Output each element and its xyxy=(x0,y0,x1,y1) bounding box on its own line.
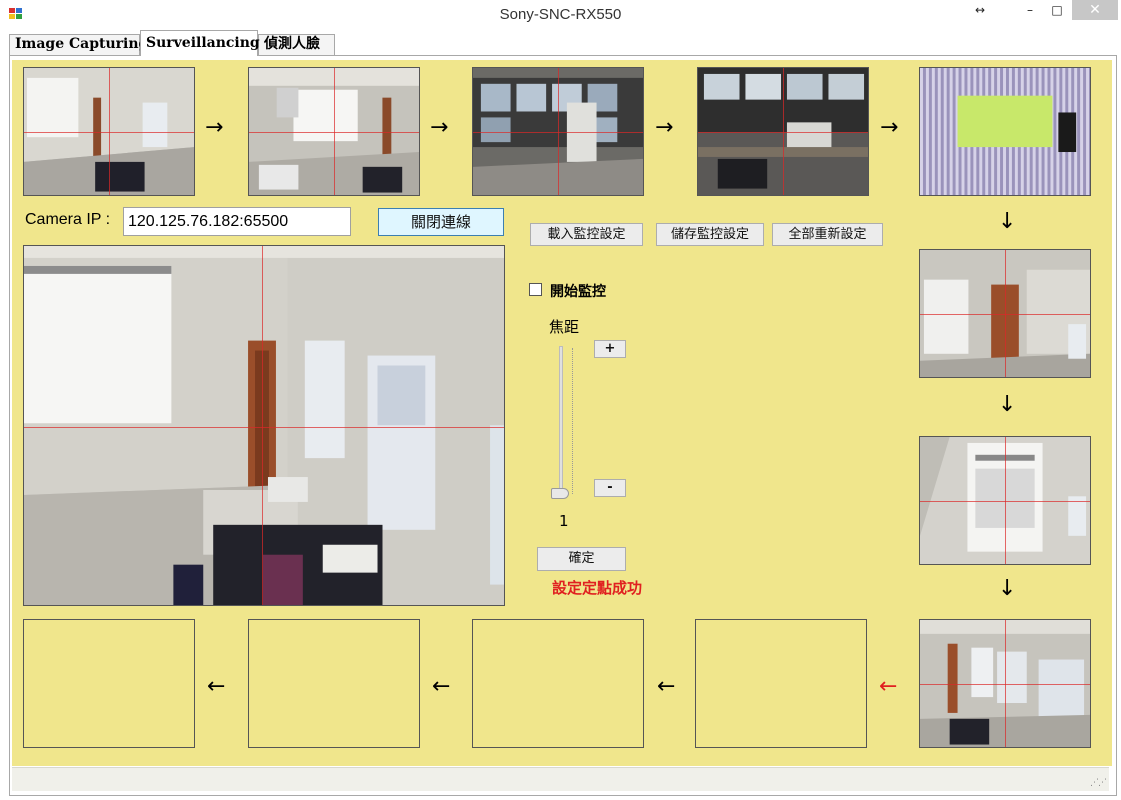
arrow-left-icon: ← xyxy=(879,674,898,699)
start-monitoring-label[interactable]: 開始監控 xyxy=(550,281,606,301)
zoom-label: 焦距 xyxy=(549,318,580,336)
crosshair-v xyxy=(262,246,263,605)
zoom-value: 1 xyxy=(559,512,569,530)
minimize-button[interactable]: – xyxy=(1016,0,1044,20)
status-message: 設定定點成功 xyxy=(552,579,643,597)
preset-thumb-1[interactable] xyxy=(23,67,195,196)
preset-thumb-2[interactable] xyxy=(248,67,420,196)
preset-thumb-4[interactable] xyxy=(697,67,869,196)
load-settings-button[interactable]: 載入監控設定 xyxy=(530,223,643,246)
zoom-in-button[interactable]: + xyxy=(594,340,626,358)
arrow-down-icon: ↓ xyxy=(998,209,1017,234)
crosshair-v xyxy=(1005,437,1006,564)
arrow-left-icon: ← xyxy=(657,674,676,699)
preset-thumb-3[interactable] xyxy=(472,67,644,196)
close-connection-button[interactable]: 關閉連線 xyxy=(378,208,504,236)
window-title: Sony-SNC-RX550 xyxy=(499,6,622,23)
camera-ip-label: Camera IP : xyxy=(25,211,111,228)
zoom-out-button[interactable]: - xyxy=(594,479,626,497)
title-bar: Sony-SNC-RX550 ↔ – □ ✕ xyxy=(0,0,1121,30)
crosshair-v xyxy=(558,68,559,195)
preset-thumb-7[interactable] xyxy=(919,436,1091,565)
arrow-down-icon: ↓ xyxy=(998,576,1017,601)
status-bar: ⋰⋰ xyxy=(12,767,1109,791)
crosshair-v xyxy=(1005,250,1006,377)
resize-icon[interactable]: ↔ xyxy=(966,0,994,20)
arrow-left-icon: ← xyxy=(432,674,451,699)
live-camera-view[interactable] xyxy=(23,245,505,606)
maximize-button[interactable]: □ xyxy=(1043,0,1071,20)
preset-slot-12[interactable] xyxy=(23,619,195,748)
crosshair-v xyxy=(783,68,784,195)
preset-thumb-5[interactable] xyxy=(919,67,1091,196)
arrow-down-icon: ↓ xyxy=(998,392,1017,417)
arrow-right-icon: → xyxy=(880,115,899,140)
preset-thumb-8[interactable] xyxy=(919,619,1091,748)
preset-thumb-6[interactable] xyxy=(919,249,1091,378)
preset-slot-11[interactable] xyxy=(248,619,420,748)
reset-all-button[interactable]: 全部重新設定 xyxy=(772,223,883,246)
crosshair-v xyxy=(1005,620,1006,747)
crosshair-v xyxy=(334,68,335,195)
save-settings-button[interactable]: 儲存監控設定 xyxy=(656,223,764,246)
arrow-right-icon: → xyxy=(205,115,224,140)
tab-image-capturing[interactable]: Image Capturing xyxy=(9,34,148,55)
crosshair-v xyxy=(109,68,110,195)
zoom-slider-track[interactable] xyxy=(559,346,563,496)
arrow-left-icon: ← xyxy=(207,674,226,699)
preset-slot-10[interactable] xyxy=(472,619,644,748)
live-scene-image xyxy=(24,246,504,605)
close-button[interactable]: ✕ xyxy=(1072,0,1118,20)
crosshair-h xyxy=(24,427,504,428)
camera-ip-input[interactable] xyxy=(123,207,351,236)
tab-surveillancing[interactable]: Surveillancing xyxy=(140,30,260,56)
scene-image xyxy=(920,68,1090,195)
preset-slot-9[interactable] xyxy=(695,619,867,748)
start-monitoring-checkbox[interactable] xyxy=(529,283,542,296)
arrow-right-icon: → xyxy=(430,115,449,140)
arrow-right-icon: → xyxy=(655,115,674,140)
zoom-slider-thumb[interactable] xyxy=(551,488,569,499)
confirm-button[interactable]: 確定 xyxy=(537,547,626,571)
resize-grip-icon[interactable]: ⋰⋰ xyxy=(1090,778,1107,788)
tab-face-detection[interactable]: 偵測人臉 xyxy=(258,34,335,55)
zoom-slider-ticks xyxy=(572,348,574,494)
